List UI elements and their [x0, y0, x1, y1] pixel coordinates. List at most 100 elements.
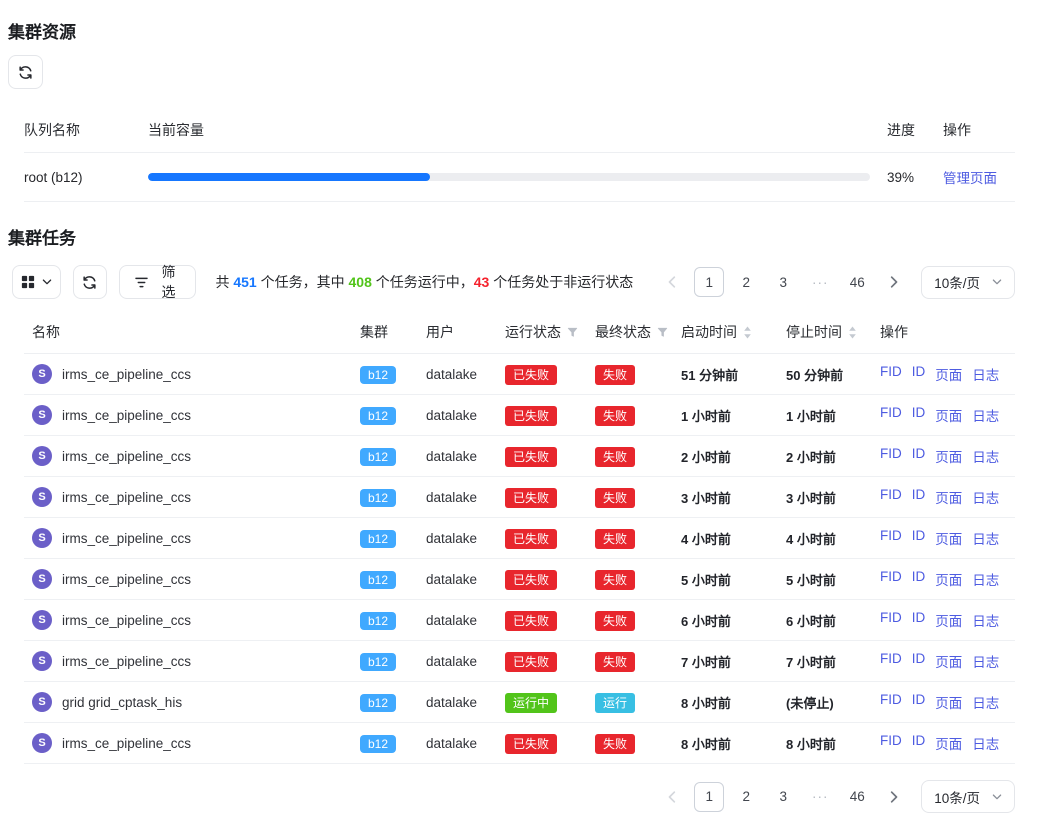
page-link[interactable]: 页面 [935, 364, 962, 384]
spark-avatar: S [32, 364, 52, 384]
page-button[interactable]: 1 [694, 267, 724, 297]
task-row: S irms_ce_pipeline_ccs b12 datalake 已失败 … [24, 723, 1015, 764]
task-actions: FID ID 页面日志 [880, 692, 1015, 712]
page-button[interactable]: 3 [768, 267, 798, 297]
id-link[interactable]: ID [912, 651, 926, 671]
fid-link[interactable]: FID [880, 651, 902, 671]
id-link[interactable]: ID [912, 405, 926, 425]
id-link[interactable]: ID [912, 569, 926, 589]
page-link[interactable]: 页面 [935, 446, 962, 466]
page-link[interactable]: 页面 [935, 569, 962, 589]
run-status-badge: 已失败 [505, 611, 557, 631]
filter-funnel-icon[interactable] [657, 327, 668, 338]
start-time: 6 小时前 [681, 611, 786, 630]
fid-link[interactable]: FID [880, 487, 902, 507]
fid-link[interactable]: FID [880, 528, 902, 548]
task-user: datalake [426, 736, 505, 751]
log-link[interactable]: 日志 [972, 569, 999, 589]
page-link[interactable]: 页面 [935, 692, 962, 712]
page-link[interactable]: 页面 [935, 610, 962, 630]
id-link[interactable]: ID [912, 487, 926, 507]
log-link[interactable]: 日志 [972, 692, 999, 712]
page-size-select[interactable]: 10条/页 [921, 780, 1015, 813]
page-button[interactable]: 46 [842, 782, 872, 812]
fid-link[interactable]: FID [880, 364, 902, 384]
log-link[interactable]: 日志 [972, 446, 999, 466]
sorter-icon[interactable] [743, 326, 752, 339]
page-button[interactable]: 2 [731, 782, 761, 812]
filter-funnel-icon[interactable] [567, 327, 578, 338]
page-ellipsis[interactable]: ··· [805, 782, 835, 812]
fid-link[interactable]: FID [880, 692, 902, 712]
task-name: grid grid_cptask_his [62, 695, 182, 710]
log-link[interactable]: 日志 [972, 528, 999, 548]
fid-link[interactable]: FID [880, 405, 902, 425]
id-link[interactable]: ID [912, 446, 926, 466]
spark-avatar: S [32, 446, 52, 466]
manage-page-link[interactable]: 管理页面 [943, 171, 997, 186]
cluster-tag: b12 [360, 653, 396, 671]
log-link[interactable]: 日志 [972, 364, 999, 384]
col-action: 操作 [880, 322, 1015, 342]
task-row: S irms_ce_pipeline_ccs b12 datalake 已失败 … [24, 395, 1015, 436]
page-link[interactable]: 页面 [935, 528, 962, 548]
task-actions: FID ID 页面日志 [880, 569, 1015, 589]
cluster-tag: b12 [360, 407, 396, 425]
next-page-button[interactable] [879, 782, 909, 812]
task-row: S irms_ce_pipeline_ccs b12 datalake 已失败 … [24, 600, 1015, 641]
next-page-button[interactable] [879, 267, 909, 297]
prev-page-button[interactable] [657, 267, 687, 297]
tasks-refresh-button[interactable] [73, 265, 107, 299]
start-time: 51 分钟前 [681, 365, 786, 384]
page-button[interactable]: 1 [694, 782, 724, 812]
task-name: irms_ce_pipeline_ccs [62, 449, 191, 464]
fid-link[interactable]: FID [880, 610, 902, 630]
fid-link[interactable]: FID [880, 446, 902, 466]
cluster-tag: b12 [360, 366, 396, 384]
id-link[interactable]: ID [912, 610, 926, 630]
task-user: datalake [426, 449, 505, 464]
refresh-icon [18, 65, 33, 80]
log-link[interactable]: 日志 [972, 610, 999, 630]
page-button[interactable]: 2 [731, 267, 761, 297]
page-link[interactable]: 页面 [935, 651, 962, 671]
fid-link[interactable]: FID [880, 733, 902, 753]
page-link[interactable]: 页面 [935, 487, 962, 507]
log-link[interactable]: 日志 [972, 651, 999, 671]
id-link[interactable]: ID [912, 528, 926, 548]
page-size-select[interactable]: 10条/页 [921, 266, 1015, 299]
layout-dropdown-button[interactable] [12, 265, 61, 299]
col-current-capacity: 当前容量 [148, 120, 887, 140]
id-link[interactable]: ID [912, 733, 926, 753]
pagination: 123···46 [657, 267, 909, 297]
cluster-tasks-title: 集群任务 [8, 224, 1015, 249]
id-link[interactable]: ID [912, 364, 926, 384]
page-button[interactable]: 46 [842, 267, 872, 297]
capacity-progress-fill [148, 173, 430, 181]
page-link[interactable]: 页面 [935, 405, 962, 425]
log-link[interactable]: 日志 [972, 487, 999, 507]
summary-text: 个任务运行中， [372, 274, 474, 290]
task-row: S irms_ce_pipeline_ccs b12 datalake 已失败 … [24, 436, 1015, 477]
col-start-time: 启动时间 [681, 322, 786, 342]
page-ellipsis[interactable]: ··· [805, 267, 835, 297]
stop-time: 1 小时前 [786, 406, 880, 425]
col-stop-time: 停止时间 [786, 322, 880, 342]
sorter-icon[interactable] [848, 326, 857, 339]
tasks-toolbar: 筛选 共 451 个任务，其中 408 个任务运行中，43 个任务处于非运行状态… [12, 265, 1015, 299]
prev-page-button[interactable] [657, 782, 687, 812]
task-actions: FID ID 页面日志 [880, 487, 1015, 507]
grid-icon [21, 275, 35, 289]
final-status-badge: 失败 [595, 652, 635, 672]
fid-link[interactable]: FID [880, 569, 902, 589]
log-link[interactable]: 日志 [972, 733, 999, 753]
start-time: 5 小时前 [681, 570, 786, 589]
resources-refresh-button[interactable] [8, 55, 43, 89]
page-button[interactable]: 3 [768, 782, 798, 812]
id-link[interactable]: ID [912, 692, 926, 712]
page-link[interactable]: 页面 [935, 733, 962, 753]
filter-button[interactable]: 筛选 [119, 265, 197, 299]
task-user: datalake [426, 490, 505, 505]
log-link[interactable]: 日志 [972, 405, 999, 425]
task-row: S irms_ce_pipeline_ccs b12 datalake 已失败 … [24, 354, 1015, 395]
